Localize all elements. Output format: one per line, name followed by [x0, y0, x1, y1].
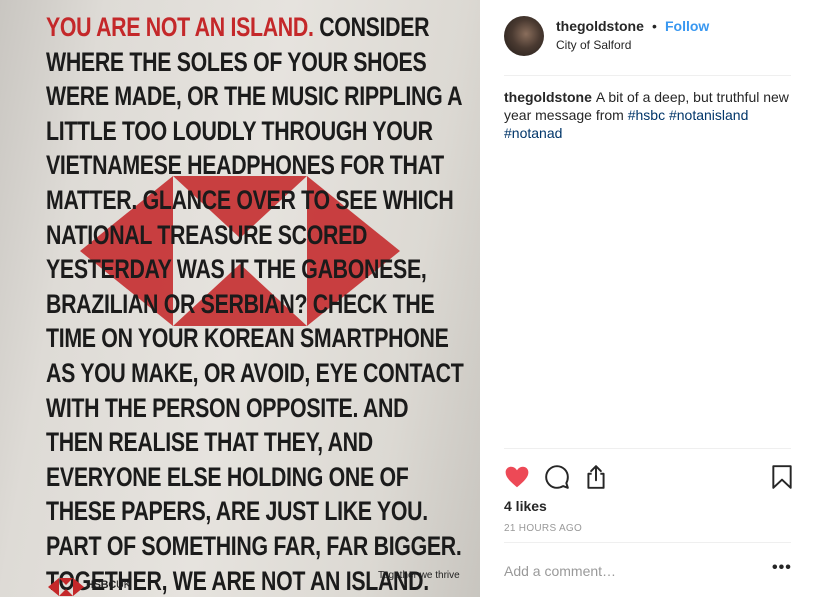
hsbc-small-logo-icon [48, 578, 84, 596]
bookmark-icon[interactable] [769, 464, 795, 490]
hashtag-link[interactable]: #notanad [504, 125, 562, 141]
ad-copy: YOU ARE NOT AN ISLAND. CONSIDER WHERE TH… [46, 10, 469, 597]
ad-body: CONSIDER WHERE THE SOLES OF YOUR SHOES W… [46, 12, 464, 596]
share-icon[interactable] [583, 464, 609, 490]
post-username[interactable]: thegoldstone [556, 18, 644, 34]
actions-divider [504, 448, 791, 449]
brand-name: HSBC [86, 579, 116, 591]
post-photo[interactable]: YOU ARE NOT AN ISLAND. CONSIDER WHERE TH… [0, 0, 480, 597]
ad-tagline: Together we thrive [378, 570, 460, 581]
ad-headline: YOU ARE NOT AN ISLAND. [46, 12, 314, 42]
post-side-panel: thegoldstone • Follow City of Salford th… [504, 0, 792, 597]
brand-suffix: UK [115, 579, 131, 591]
add-comment-input[interactable] [504, 558, 754, 584]
avatar[interactable] [504, 16, 544, 56]
like-count[interactable]: 4 likes [504, 498, 547, 514]
follow-button[interactable]: Follow [665, 18, 709, 34]
separator-dot: • [652, 18, 657, 34]
more-options-icon[interactable]: ••• [772, 559, 792, 577]
heart-icon[interactable] [504, 464, 530, 490]
hsbc-brand-text: HSBCUK [86, 579, 131, 591]
comment-icon[interactable] [544, 464, 570, 490]
post-timestamp[interactable]: 21 HOURS AGO [504, 523, 582, 534]
post-caption: thegoldstone A bit of a deep, but truthfu… [504, 88, 791, 142]
post-location[interactable]: City of Salford [556, 38, 631, 52]
hashtag-link[interactable]: #notanisland [669, 107, 748, 123]
hashtag-link[interactable]: #hsbc [628, 107, 665, 123]
header-divider [504, 75, 791, 76]
comment-divider [504, 542, 791, 543]
caption-author[interactable]: thegoldstone [504, 89, 592, 105]
